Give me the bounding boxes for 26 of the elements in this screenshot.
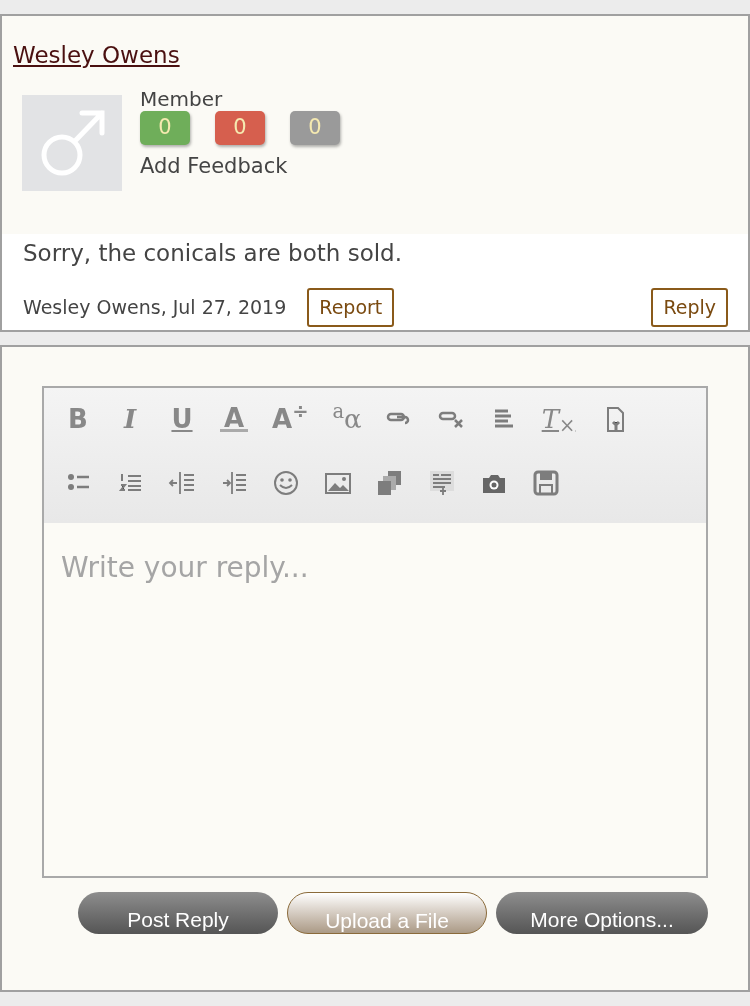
action-button[interactable]: Upload a File [287, 892, 487, 934]
outdent-icon[interactable] [168, 469, 196, 497]
feedback-count: 0 [215, 110, 265, 145]
color-button[interactable]: A [220, 406, 248, 432]
text-block-icon[interactable] [428, 469, 456, 497]
report-button[interactable]: Report [307, 287, 395, 327]
indent-icon[interactable] [220, 469, 248, 497]
post-message: Sorry, the conicals are both sold. [23, 239, 404, 268]
add-feedback-link[interactable]: Add Feedback [140, 150, 288, 182]
smiley-icon[interactable] [272, 469, 300, 497]
size-button[interactable]: A$^{÷}$ [272, 399, 309, 439]
feedback-count: 0 [290, 110, 340, 145]
reply-button[interactable]: Reply [651, 287, 728, 327]
reply-input-field[interactable]: Write your reply... [44, 523, 706, 876]
italic-button[interactable]: I [116, 399, 144, 439]
reply-editor[interactable]: B I U A A$^{÷}$ $^{a}$α T$_{×}$ Write your reply... [42, 386, 708, 878]
author-link[interactable]: Wesley Owens [13, 42, 180, 68]
bold-button[interactable]: B [64, 399, 92, 439]
clear-button[interactable]: T$_{×}$ [541, 399, 576, 439]
feedback-count: 0 [140, 110, 190, 145]
member-role: Member [140, 86, 224, 111]
action-button[interactable]: Post Reply [78, 892, 278, 934]
font-button[interactable]: $^{a}$α [332, 399, 362, 439]
action-button[interactable]: More Options... [496, 892, 708, 934]
post-byline: Wesley Owens, Jul 27, 2019 [23, 294, 287, 320]
underline-button[interactable]: U [168, 399, 196, 439]
